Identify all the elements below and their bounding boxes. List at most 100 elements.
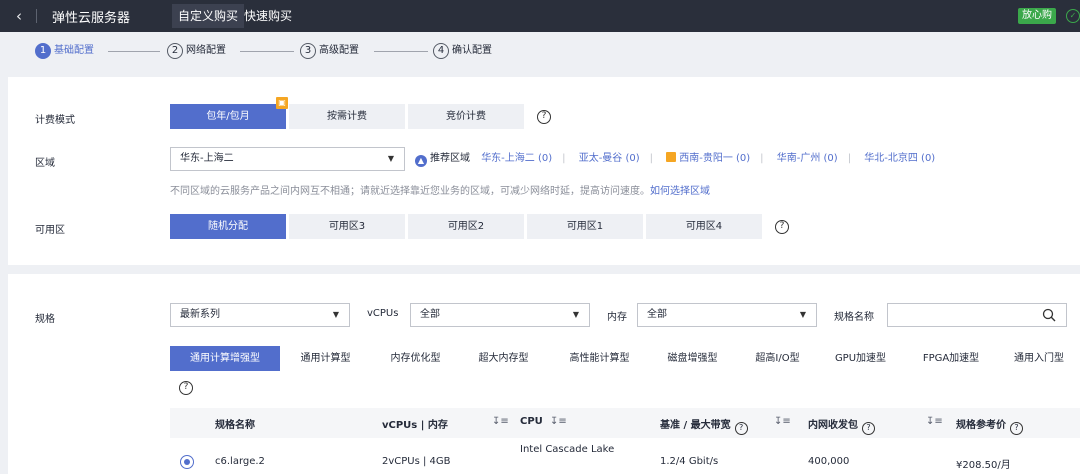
az-option-1[interactable]: 可用区1 — [527, 214, 643, 239]
type-tab-disk-intensive[interactable]: 磁盘增强型 — [655, 346, 730, 371]
step-number: 2 — [167, 43, 183, 59]
help-icon[interactable]: ? — [734, 422, 748, 435]
type-tab-ultra-io[interactable]: 超高I/O型 — [745, 346, 810, 371]
help-icon[interactable]: ? — [179, 381, 193, 395]
vcpus-select[interactable]: 全部 ▼ — [410, 303, 590, 327]
step-number: 1 — [35, 43, 51, 59]
billing-label: 计费模式 — [35, 115, 75, 126]
region-value: 华东-上海二 — [180, 153, 234, 164]
memory-label: 内存 — [607, 312, 627, 323]
az-option-2[interactable]: 可用区2 — [408, 214, 524, 239]
type-tab-large-memory[interactable]: 超大内存型 — [466, 346, 541, 371]
vcpus-label: vCPUs — [367, 308, 399, 319]
assurance-badge[interactable]: 放心购 — [1018, 8, 1056, 24]
sort-icon[interactable]: ↧≡ — [492, 416, 509, 427]
col-price-label: 规格参考价 — [956, 420, 1006, 431]
type-tab-general-enhanced[interactable]: 通用计算增强型 — [170, 346, 280, 371]
col-bandwidth-label: 基准 / 最大带宽 — [660, 420, 731, 431]
recommended-regions: ▲ 推荐区域 华东-上海二 (0) | 亚太-曼谷 (0) | 西南-贵阳一 (0) |… — [415, 151, 935, 167]
region-link-shanghai2[interactable]: 华东-上海二 (0) — [481, 153, 552, 164]
spec-name-search-input[interactable] — [887, 303, 1067, 327]
thumbs-up-icon: ▲ — [415, 155, 427, 167]
billing-option-on-demand[interactable]: 按需计费 — [289, 104, 405, 129]
caret-down-icon: ▼ — [332, 310, 339, 319]
region-link-beijing4[interactable]: 华北-北京四 (0) — [864, 153, 935, 164]
col-pps-label: 内网收发包 — [808, 420, 858, 431]
type-tab-general[interactable]: 通用计算型 — [288, 346, 363, 371]
help-icon[interactable]: ? — [862, 422, 875, 435]
az-option-3[interactable]: 可用区3 — [289, 214, 405, 239]
billing-option-spot[interactable]: 竞价计费 — [408, 104, 524, 129]
col-vcpus-memory[interactable]: vCPUs | 内存 — [382, 416, 448, 431]
az-option-4[interactable]: 可用区4 — [646, 214, 762, 239]
search-icon[interactable] — [1042, 308, 1056, 322]
step-connector — [108, 51, 160, 52]
step-indicator: 1 基础配置 2 网络配置 3 高级配置 4 确认配置 — [0, 32, 1080, 70]
help-icon[interactable]: ? — [1010, 422, 1023, 435]
col-price[interactable]: 规格参考价? — [956, 416, 1023, 435]
type-tab-gpu[interactable]: GPU加速型 — [823, 346, 898, 371]
step-confirm: 4 确认配置 — [433, 43, 492, 59]
tab-quick-buy[interactable]: 快速购买 — [238, 4, 298, 28]
caret-down-icon: ▼ — [799, 310, 806, 319]
chevron-left-icon[interactable]: ‹ — [10, 6, 28, 26]
vcpus-value: 全部 — [420, 309, 440, 320]
series-select[interactable]: 最新系列 ▼ — [170, 303, 350, 327]
help-icon[interactable]: ? — [775, 220, 789, 234]
tab-custom-buy[interactable]: 自定义购买 — [172, 4, 245, 28]
step-network: 2 网络配置 — [167, 43, 226, 59]
recommend-label: 推荐区域 — [430, 153, 470, 164]
spec-label: 规格 — [35, 314, 55, 325]
divider: | — [760, 153, 764, 164]
cell-price: ¥208.50/月 — [956, 460, 1011, 471]
spec-name-label: 规格名称 — [834, 312, 874, 323]
region-link-guiyang1[interactable]: 西南-贵阳一 (0) — [679, 153, 750, 164]
gift-icon — [666, 152, 677, 162]
help-icon[interactable]: ? — [537, 110, 551, 124]
spec-panel: 规格 最新系列 ▼ vCPUs 全部 ▼ 内存 全部 ▼ 规格名称 通用计算增强… — [8, 274, 1080, 474]
cell-vcpus-memory: 2vCPUs | 4GB — [382, 456, 451, 467]
region-label: 区域 — [35, 158, 55, 169]
sort-icon[interactable]: ↧≡ — [926, 416, 943, 427]
region-link-guangzhou[interactable]: 华南-广州 (0) — [777, 153, 838, 164]
step-number: 4 — [433, 43, 449, 59]
divider: | — [562, 153, 566, 164]
sort-icon[interactable]: ↧≡ — [550, 416, 567, 427]
gift-icon: ▣ — [276, 97, 288, 109]
az-option-random[interactable]: 随机分配 — [170, 214, 286, 239]
type-tab-entry[interactable]: 通用入门型 — [1004, 346, 1080, 371]
table-row[interactable]: c6.large.2 2vCPUs | 4GB Intel Cascade La… — [170, 438, 1080, 474]
type-tab-fpga[interactable]: FPGA加速型 — [911, 346, 991, 371]
top-bar: ‹ 弹性云服务器 自定义购买 快速购买 放心购 ✓ — [0, 0, 1080, 32]
type-tab-hpc[interactable]: 高性能计算型 — [557, 346, 642, 371]
col-pps[interactable]: 内网收发包? — [808, 416, 875, 435]
step-advanced: 3 高级配置 — [300, 43, 359, 59]
billing-option-yearly[interactable]: 包年/包月 ▣ — [170, 97, 288, 129]
type-tab-memory-optimized[interactable]: 内存优化型 — [378, 346, 453, 371]
option-label: 包年/包月 — [206, 111, 250, 122]
col-cpu[interactable]: CPU — [520, 416, 543, 427]
row-radio[interactable] — [180, 455, 194, 469]
basic-config-panel: 计费模式 包年/包月 ▣ 按需计费 竞价计费 ? 区域 华东-上海二 ▼ ▲ 推荐… — [8, 77, 1080, 265]
series-value: 最新系列 — [180, 309, 220, 320]
step-basic: 1 基础配置 — [35, 43, 94, 59]
region-link-bangkok[interactable]: 亚太-曼谷 (0) — [579, 153, 640, 164]
col-bandwidth[interactable]: 基准 / 最大带宽? — [660, 416, 748, 435]
memory-select[interactable]: 全部 ▼ — [637, 303, 817, 327]
memory-value: 全部 — [647, 309, 667, 320]
how-to-choose-region-link[interactable]: 如何选择区域 — [650, 186, 710, 197]
region-select[interactable]: 华东-上海二 ▼ — [170, 147, 405, 171]
step-label: 网络配置 — [186, 45, 226, 56]
cell-bandwidth: 1.2/4 Gbit/s — [660, 456, 719, 467]
spec-table-header: 规格名称 vCPUs | 内存 ↧≡ CPU ↧≡ 基准 / 最大带宽? ↧≡ … — [170, 408, 1080, 438]
step-connector — [374, 51, 428, 52]
hint-text: 不同区域的云服务产品之间内网互不相通；请就近选择靠近您业务的区域，可减少网络时延… — [170, 186, 650, 197]
az-label: 可用区 — [35, 225, 65, 236]
cell-pps: 400,000 — [808, 456, 850, 467]
col-spec-name[interactable]: 规格名称 — [215, 416, 255, 431]
step-label: 基础配置 — [54, 45, 94, 56]
divider — [36, 9, 37, 23]
divider: | — [847, 153, 852, 164]
sort-icon[interactable]: ↧≡ — [774, 416, 791, 427]
cell-spec-name: c6.large.2 — [215, 456, 265, 467]
